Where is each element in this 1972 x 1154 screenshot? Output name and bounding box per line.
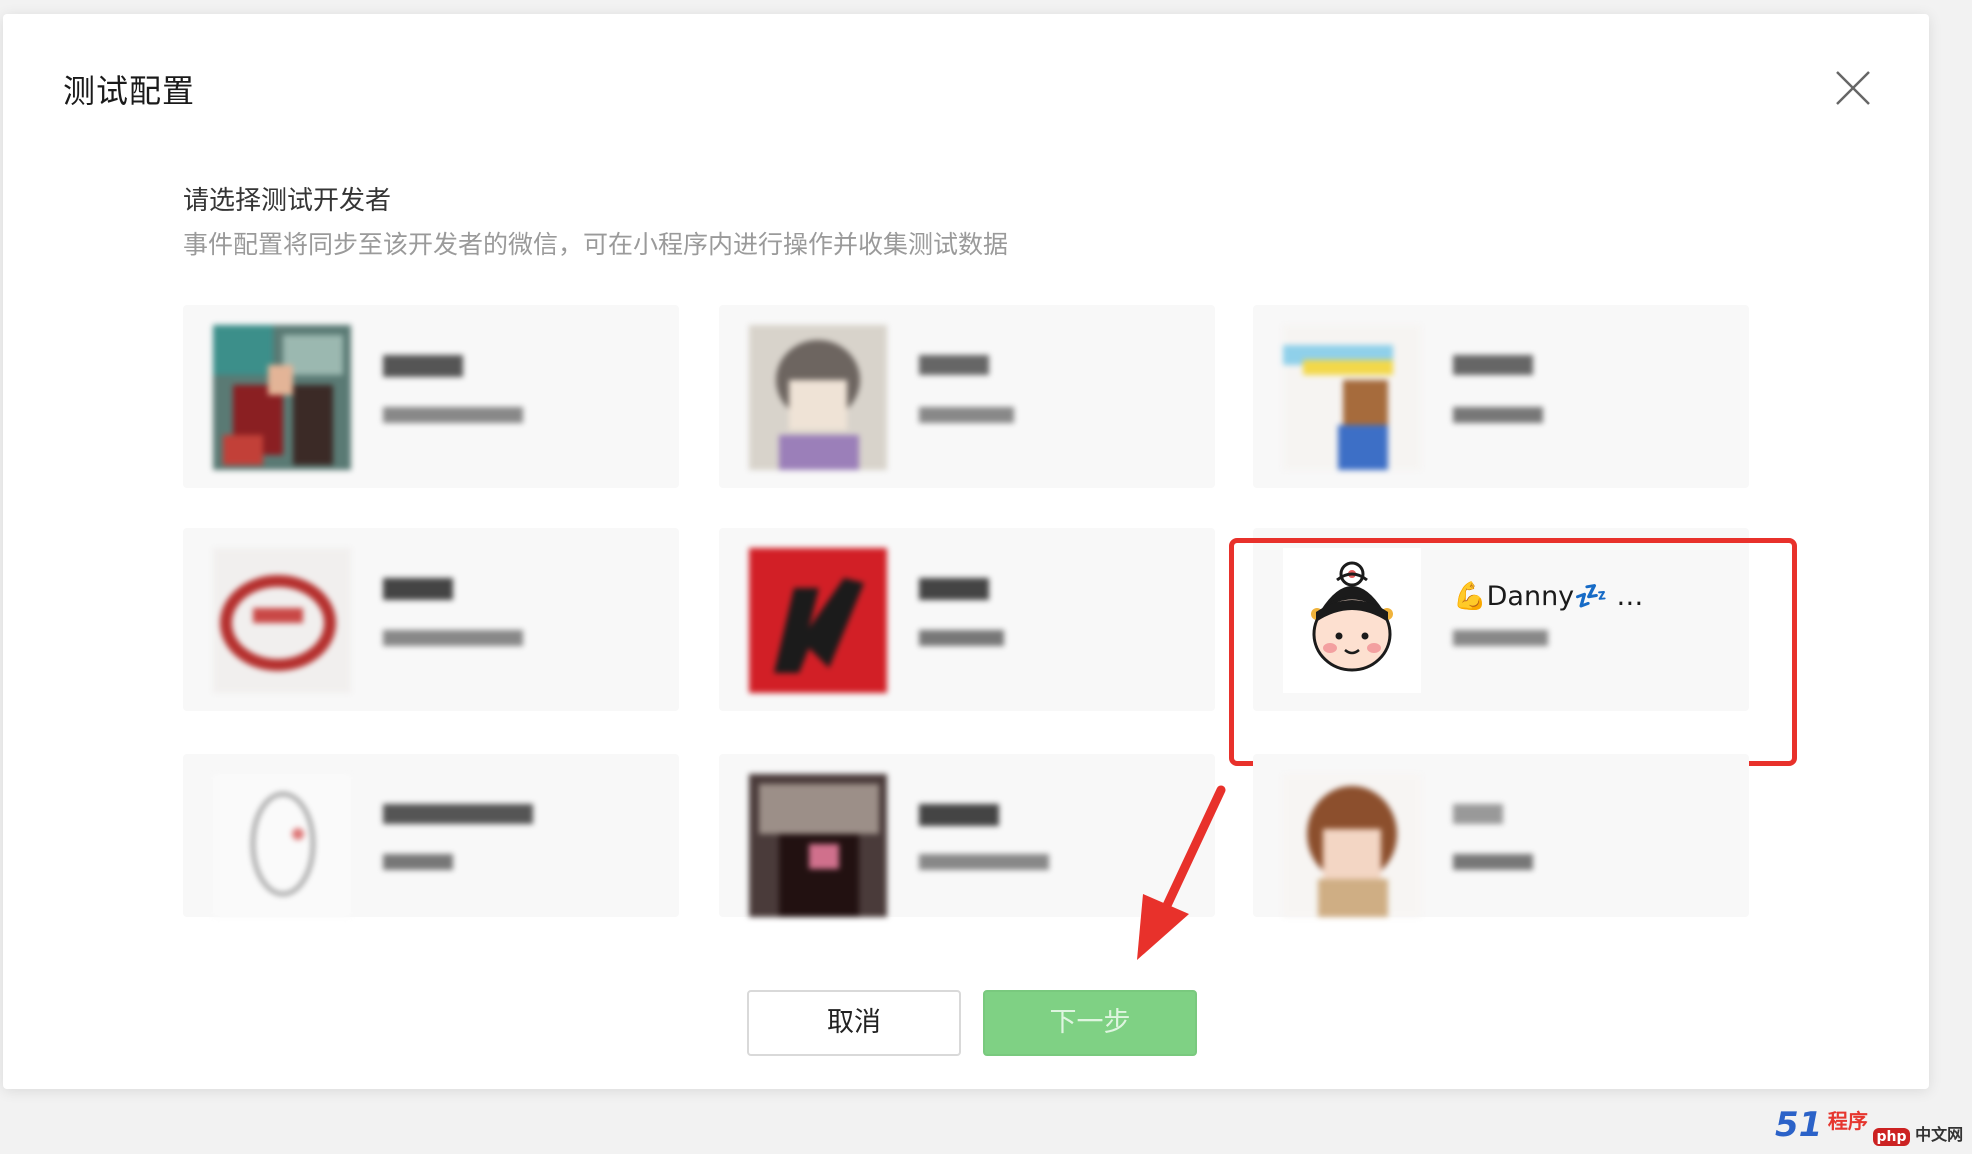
developer-avatar-danny bbox=[1283, 548, 1421, 693]
developer-card[interactable] bbox=[1253, 305, 1749, 488]
section-description: 事件配置将同步至该开发者的微信，可在小程序内进行操作并收集测试数据 bbox=[183, 230, 1009, 259]
id-placeholder bbox=[383, 854, 453, 870]
developer-avatar bbox=[1283, 325, 1421, 470]
watermark-text: 程序 bbox=[1827, 1109, 1868, 1133]
developer-card[interactable] bbox=[719, 305, 1215, 488]
developer-card[interactable] bbox=[719, 528, 1215, 711]
test-config-dialog: 测试配置 请选择测试开发者 事件配置将同步至该开发者的微信，可在小程序内进行操作… bbox=[3, 14, 1929, 1089]
id-placeholder bbox=[383, 630, 523, 646]
annotation-arrow-icon bbox=[1133, 784, 1233, 968]
name-placeholder bbox=[383, 804, 533, 824]
developer-avatar bbox=[1283, 774, 1421, 917]
developer-avatar bbox=[749, 548, 887, 693]
id-placeholder bbox=[383, 407, 523, 423]
site-watermark: 51 程序 php 中文网 bbox=[1775, 1105, 1964, 1146]
id-placeholder bbox=[919, 854, 1049, 870]
name-placeholder bbox=[1453, 804, 1503, 824]
cancel-button[interactable]: 取消 bbox=[747, 990, 961, 1056]
developer-card[interactable] bbox=[183, 305, 679, 488]
developer-name: 💪Danny💤 … bbox=[1453, 581, 1644, 612]
developer-avatar bbox=[213, 325, 351, 470]
name-placeholder bbox=[383, 355, 463, 377]
developer-avatar bbox=[749, 774, 887, 917]
watermark-site: 中文网 bbox=[1915, 1125, 1964, 1144]
name-placeholder bbox=[919, 578, 989, 600]
developer-avatar bbox=[213, 548, 351, 693]
developer-avatar bbox=[213, 774, 351, 917]
dialog-title: 测试配置 bbox=[63, 72, 196, 110]
next-step-button[interactable]: 下一步 bbox=[983, 990, 1197, 1056]
developer-card[interactable] bbox=[183, 754, 679, 917]
id-placeholder bbox=[919, 407, 1014, 423]
name-placeholder bbox=[1453, 355, 1533, 375]
developer-card[interactable] bbox=[183, 528, 679, 711]
id-placeholder bbox=[919, 630, 1004, 646]
name-placeholder bbox=[919, 804, 999, 826]
id-placeholder bbox=[1453, 407, 1543, 423]
id-placeholder bbox=[1453, 854, 1533, 870]
developer-avatar bbox=[749, 325, 887, 470]
section-title: 请选择测试开发者 bbox=[183, 186, 392, 216]
id-placeholder bbox=[1453, 630, 1548, 646]
name-placeholder bbox=[383, 578, 453, 600]
developer-card[interactable] bbox=[1253, 754, 1749, 917]
developer-card-danny[interactable]: 💪Danny💤 … bbox=[1253, 528, 1749, 711]
close-icon[interactable] bbox=[1829, 64, 1877, 112]
watermark-badge: php bbox=[1873, 1128, 1910, 1146]
name-placeholder bbox=[919, 355, 989, 375]
watermark-brand: 51 bbox=[1775, 1105, 1823, 1145]
